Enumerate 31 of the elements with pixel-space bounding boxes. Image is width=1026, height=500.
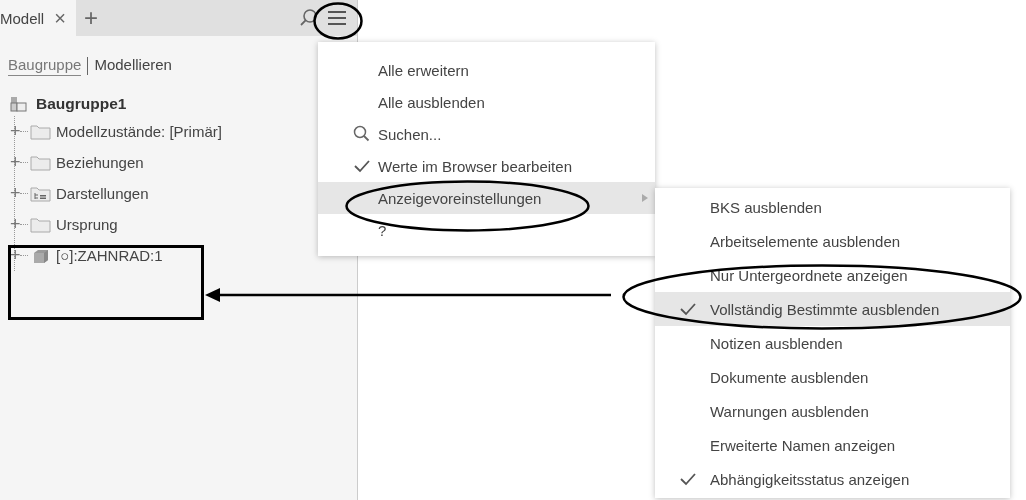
- menu-item[interactable]: BKS ausblenden: [655, 190, 1010, 224]
- add-tab-button[interactable]: +: [83, 4, 98, 32]
- tree-item[interactable]: Beziehungen: [56, 154, 144, 171]
- expand-icon[interactable]: +: [10, 121, 20, 142]
- tree-item[interactable]: Ursprung: [56, 216, 118, 233]
- menu-item[interactable]: ?: [318, 214, 655, 246]
- menu-item[interactable]: Erweiterte Namen anzeigen: [655, 428, 1010, 462]
- close-icon[interactable]: ×: [54, 6, 66, 30]
- view-tab[interactable]: Modellieren: [94, 56, 172, 76]
- expand-icon[interactable]: +: [10, 245, 20, 266]
- menu-item[interactable]: Vollständig Bestimmte ausblenden: [655, 292, 1010, 326]
- menu-item[interactable]: Suchen...: [318, 118, 655, 150]
- menu-item[interactable]: Nur Untergeordnete anzeigen: [655, 258, 1010, 292]
- tree-item[interactable]: Darstellungen: [56, 185, 149, 202]
- expand-icon[interactable]: +: [10, 214, 20, 235]
- model-tab[interactable]: Modell ×: [0, 0, 76, 36]
- tree-item[interactable]: Modellzustände: [Primär]: [56, 123, 222, 140]
- menu-item[interactable]: Alle ausblenden: [318, 86, 655, 118]
- menu-item[interactable]: Anzeigevoreinstellungen: [318, 182, 655, 214]
- menu-item[interactable]: Warnungen ausblenden: [655, 394, 1010, 428]
- menu-item[interactable]: Arbeitselemente ausblenden: [655, 224, 1010, 258]
- menu-item[interactable]: Werte im Browser bearbeiten: [318, 150, 655, 182]
- expand-icon[interactable]: +: [10, 183, 20, 204]
- menu-item[interactable]: Dokumente ausblenden: [655, 360, 1010, 394]
- menu-item[interactable]: Notizen ausblenden: [655, 326, 1010, 360]
- menu-item[interactable]: Abhängigkeitsstatus anzeigen: [655, 462, 1010, 496]
- expand-icon[interactable]: +: [10, 152, 20, 173]
- menu-item[interactable]: Alle erweitern: [318, 54, 655, 86]
- tree-item[interactable]: [○]:ZAHNRAD:1: [56, 247, 163, 264]
- view-tab[interactable]: Baugruppe: [8, 56, 82, 76]
- tree-item[interactable]: Baugruppe1: [36, 95, 127, 113]
